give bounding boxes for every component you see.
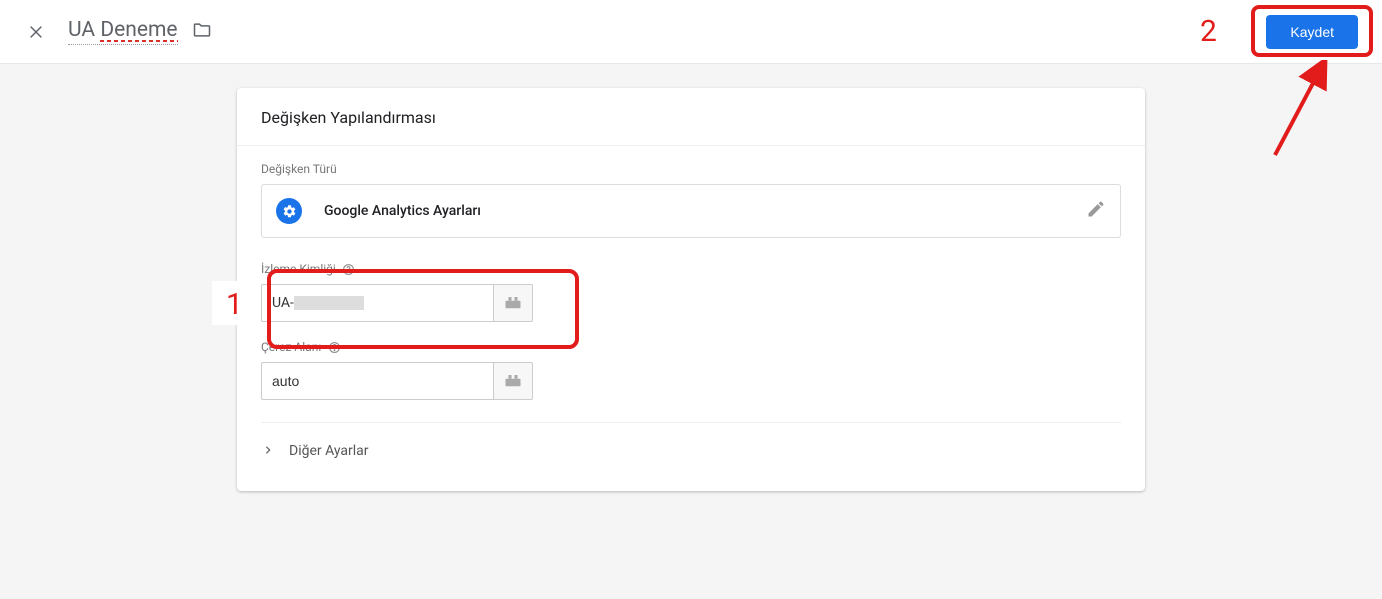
help-icon[interactable] [327,340,341,354]
save-button[interactable]: Kaydet [1266,15,1358,49]
variable-type-name: Google Analytics Ayarları [324,203,1086,219]
pencil-icon[interactable] [1086,199,1106,223]
variable-picker-icon[interactable] [493,284,533,322]
editor-body: Değişken Yapılandırması Değişken Türü Go… [0,64,1382,599]
tracking-id-input-row: UA- [261,284,533,322]
cookie-domain-group: Çerez Alanı [261,340,1121,400]
editor-header: UA Deneme Kaydet [0,0,1382,64]
variable-type-label: Değişken Türü [261,162,1121,176]
help-icon[interactable] [342,262,356,276]
chevron-right-icon [263,443,273,459]
variable-picker-icon[interactable] [493,362,533,400]
tracking-id-label: İzleme Kimliği [261,262,336,276]
cookie-domain-input[interactable] [261,362,493,400]
gear-icon [276,198,302,224]
more-settings-toggle[interactable]: Diğer Ayarlar [261,423,1121,479]
tracking-id-input[interactable]: UA- [261,284,493,322]
cookie-domain-label: Çerez Alanı [261,340,321,354]
config-card: Değişken Yapılandırması Değişken Türü Go… [237,88,1145,491]
page-title[interactable]: UA Deneme [68,18,178,45]
cookie-domain-input-row [261,362,533,400]
more-settings-label: Diğer Ayarlar [289,443,369,459]
tracking-id-group: İzleme Kimliği UA- [261,262,1121,322]
variable-type-row[interactable]: Google Analytics Ayarları [261,184,1121,238]
card-title: Değişken Yapılandırması [237,88,1145,146]
folder-icon[interactable] [192,20,212,44]
close-icon[interactable] [24,20,48,44]
redacted-value [294,296,364,310]
